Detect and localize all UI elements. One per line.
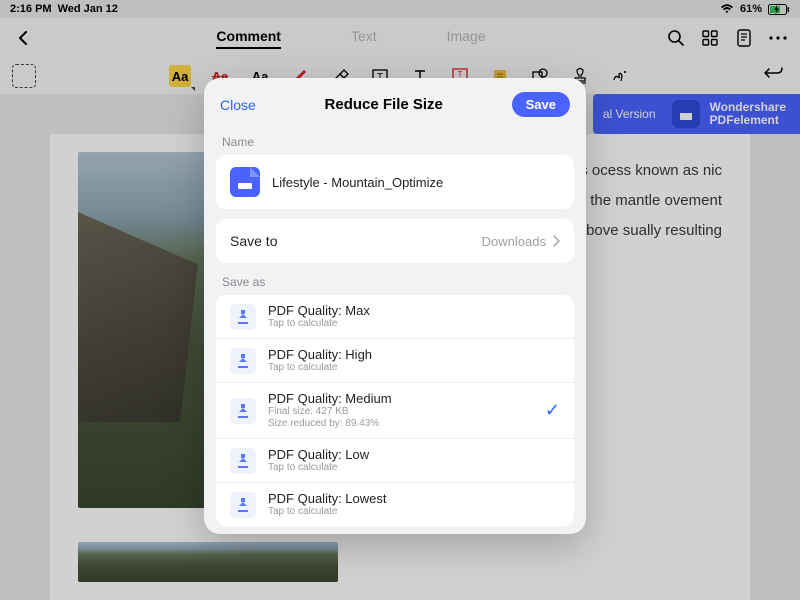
quality-low[interactable]: PDF Quality: LowTap to calculate: [216, 438, 574, 482]
quality-sub1: Final size: 427 KB: [268, 406, 392, 418]
quality-title: PDF Quality: Medium: [268, 391, 392, 406]
modal-title: Reduce File Size: [325, 96, 443, 113]
reduce-file-size-modal: Close Reduce File Size Save Name Lifesty…: [204, 78, 586, 534]
quality-icon: [230, 398, 256, 424]
quality-title: PDF Quality: High: [268, 347, 372, 362]
quality-max[interactable]: PDF Quality: MaxTap to calculate: [216, 295, 574, 338]
name-section-label: Name: [204, 123, 586, 155]
quality-icon: [230, 348, 256, 374]
chevron-right-icon: [552, 235, 560, 247]
saveas-section-label: Save as: [204, 263, 586, 295]
quality-title: PDF Quality: Lowest: [268, 491, 387, 506]
quality-sub: Tap to calculate: [268, 362, 372, 374]
save-to-row[interactable]: Save to Downloads: [216, 219, 574, 263]
quality-icon: [230, 304, 256, 330]
quality-sub: Tap to calculate: [268, 318, 370, 330]
quality-title: PDF Quality: Low: [268, 447, 369, 462]
quality-icon: [230, 448, 256, 474]
quality-title: PDF Quality: Max: [268, 303, 370, 318]
file-name-row[interactable]: Lifestyle - Mountain_Optimize: [216, 155, 574, 209]
quality-sub: Tap to calculate: [268, 462, 369, 474]
check-icon: ✓: [545, 400, 560, 421]
quality-high[interactable]: PDF Quality: HighTap to calculate: [216, 338, 574, 382]
quality-icon: [230, 492, 256, 518]
save-button[interactable]: Save: [512, 92, 570, 117]
quality-sub: Tap to calculate: [268, 506, 387, 518]
quality-lowest[interactable]: PDF Quality: LowestTap to calculate: [216, 482, 574, 526]
quality-sub2: Size reduced by: 89.43%: [268, 418, 392, 430]
save-to-value: Downloads: [482, 234, 546, 249]
file-name: Lifestyle - Mountain_Optimize: [272, 175, 443, 190]
quality-medium[interactable]: PDF Quality: Medium Final size: 427 KB S…: [216, 382, 574, 438]
save-to-label: Save to: [230, 233, 277, 249]
file-icon: [230, 167, 260, 197]
close-button[interactable]: Close: [220, 97, 256, 113]
